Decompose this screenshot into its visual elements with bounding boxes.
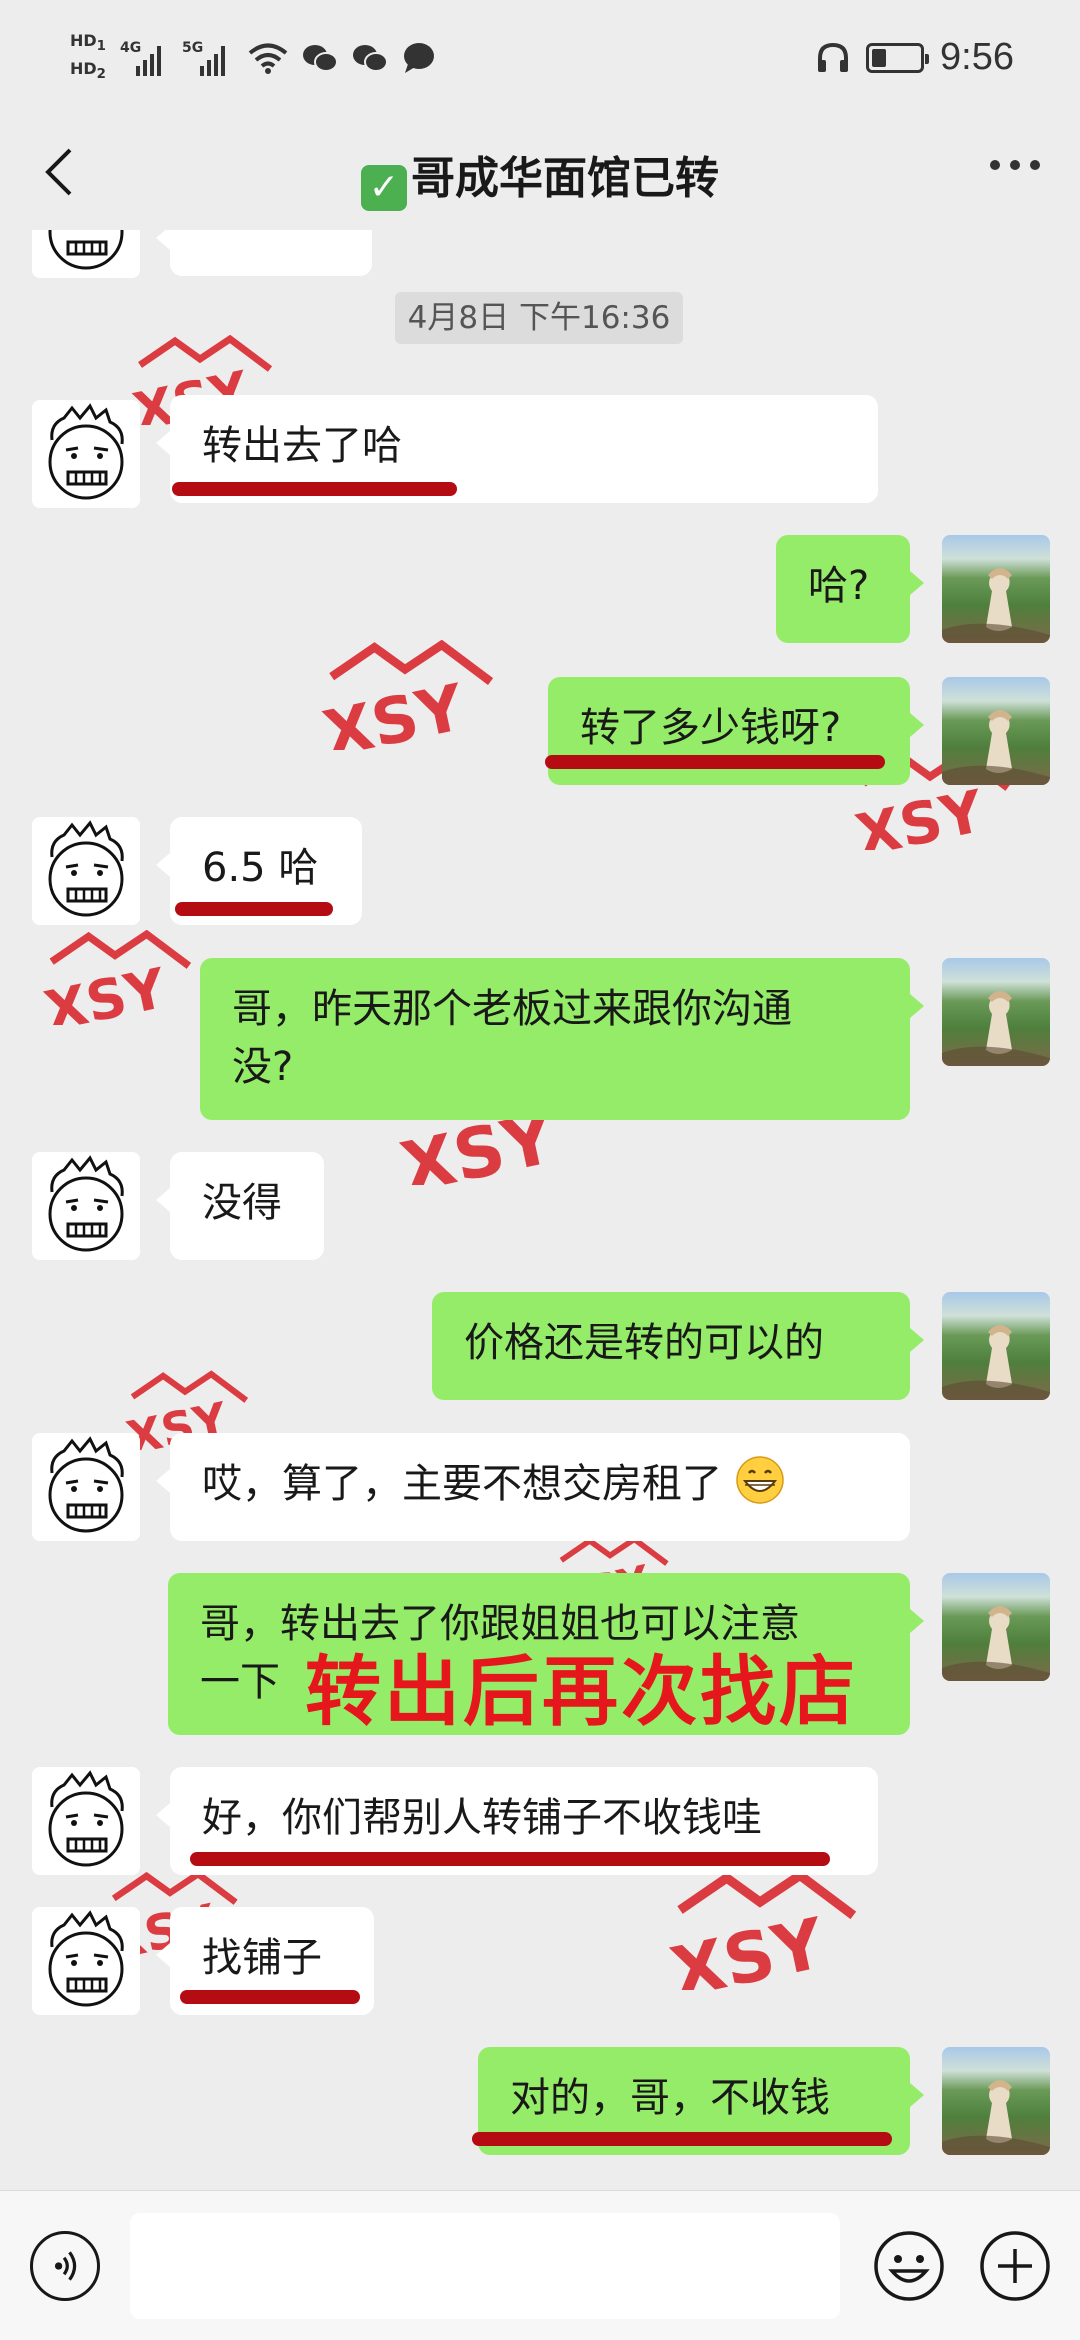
- message-bubble: 没得: [156, 1152, 324, 1260]
- user-avatar[interactable]: [942, 1573, 1050, 1681]
- user-avatar[interactable]: [942, 2047, 1050, 2155]
- battery-icon: [866, 42, 930, 73]
- hd1-sub: 1: [96, 39, 106, 55]
- message-line: 没?: [232, 1044, 294, 1090]
- hd-indicator: HD1 HD2: [70, 30, 106, 86]
- contact-avatar[interactable]: [32, 230, 140, 278]
- net2-label: 5G: [181, 40, 204, 57]
- contact-avatar[interactable]: [32, 1767, 140, 1875]
- hd2-label: HD: [70, 59, 97, 79]
- highlight-underline: [172, 482, 457, 496]
- message-list[interactable]: 4月8日 下午16:36 转出去了哈 哈? 转了多少钱呀? 6.5 哈 哥，昨天…: [0, 230, 1080, 2190]
- watermark-logo: [30, 930, 200, 1025]
- message-bubble: 哈?: [776, 535, 924, 643]
- headphones-icon: [818, 42, 849, 72]
- user-avatar[interactable]: [942, 535, 1050, 643]
- message-line: 哥，昨天那个老板过来跟你沟通: [232, 986, 792, 1032]
- message-bubble: 价格还是转的可以的: [432, 1292, 924, 1400]
- wifi-icon: [248, 43, 288, 75]
- overlay-caption: 转出后再次找店: [305, 1647, 858, 1736]
- highlight-underline: [472, 2132, 892, 2146]
- watermark-logo: [650, 1870, 870, 1990]
- emoji-icon[interactable]: [872, 2229, 946, 2303]
- status-left: HD1 HD2 4G 5G: [70, 30, 436, 86]
- chat-title: ✓ 哥成华面馆已转: [0, 142, 1080, 211]
- wechat-icon: [302, 45, 338, 73]
- status-bar: HD1 HD2 4G 5G 9:56: [0, 0, 1080, 120]
- message-bubble: 哥，昨天那个老板过来跟你沟通 没?: [200, 958, 924, 1120]
- watermark-logo: [305, 640, 505, 750]
- wechat-icon-2: [352, 45, 388, 73]
- contact-avatar[interactable]: [32, 1433, 140, 1541]
- message-icon: [403, 43, 434, 74]
- plus-icon[interactable]: [978, 2229, 1052, 2303]
- checkmark-icon: ✓: [361, 165, 407, 211]
- status-right: 9:56: [816, 36, 1014, 79]
- message-timestamp: 4月8日 下午16:36: [395, 292, 683, 344]
- highlight-underline: [180, 1990, 360, 2004]
- contact-avatar[interactable]: [32, 1152, 140, 1260]
- message-text: 哎，算了，主要不想交房租了: [202, 1461, 722, 1507]
- contact-avatar[interactable]: [32, 400, 140, 508]
- chat-header: ✓ 哥成华面馆已转: [0, 120, 1080, 230]
- grinning-face-icon: [735, 1456, 784, 1504]
- highlight-underline: [545, 755, 885, 769]
- message-bubble: 哎，算了，主要不想交房租了: [156, 1433, 910, 1541]
- more-dots-icon[interactable]: [990, 160, 1040, 170]
- hd1-label: HD: [70, 31, 97, 50]
- message-input[interactable]: [130, 2213, 840, 2319]
- chat-title-text: 哥成华面馆已转: [411, 153, 719, 204]
- contact-avatar[interactable]: [32, 1907, 140, 2015]
- voice-icon[interactable]: [30, 2231, 100, 2301]
- hd2-sub: 2: [96, 67, 106, 83]
- battery-fill: [872, 48, 887, 67]
- signal-4g-icon: 4G: [119, 40, 168, 77]
- user-avatar[interactable]: [942, 1292, 1050, 1400]
- signal-5g-icon: 5G: [181, 40, 234, 77]
- user-avatar[interactable]: [942, 958, 1050, 1066]
- clock: 9:56: [940, 36, 1014, 78]
- highlight-underline: [190, 1852, 830, 1866]
- net1-label: 4G: [119, 40, 142, 57]
- message-bubble-partial: [156, 230, 372, 276]
- input-bar: [0, 2190, 1080, 2340]
- highlight-underline: [175, 902, 333, 916]
- contact-avatar[interactable]: [32, 817, 140, 925]
- user-avatar[interactable]: [942, 677, 1050, 785]
